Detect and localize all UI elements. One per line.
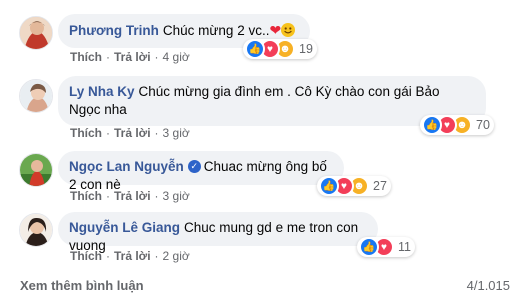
reply-action[interactable]: Trả lời [114, 50, 151, 64]
like-action[interactable]: Thích [70, 126, 102, 140]
comment-time[interactable]: 2 giờ [163, 249, 190, 263]
comment-author[interactable]: Ngọc Lan Nguyễn [69, 159, 184, 174]
like-icon: 👍 [245, 39, 265, 59]
like-icon: 👍 [319, 176, 339, 196]
like-action[interactable]: Thích [70, 249, 102, 263]
separator: · [106, 189, 110, 203]
separator: · [154, 126, 159, 140]
view-more-comments-link[interactable]: Xem thêm bình luận [20, 278, 144, 293]
smile-emoji-icon [281, 23, 296, 37]
reaction-count: 27 [373, 179, 387, 193]
comment-count: 4/1.015 [466, 278, 510, 293]
comment-actions: Thích · Trả lời · 2 giờ [70, 249, 190, 263]
reaction-count: 19 [299, 42, 313, 56]
comment-actions: Thích · Trả lời · 3 giờ [70, 189, 190, 203]
verified-badge-icon: ✓ [187, 159, 201, 173]
avatar-image [20, 154, 52, 186]
separator: · [154, 189, 159, 203]
reply-action[interactable]: Trả lời [114, 249, 151, 263]
reaction-count: 70 [476, 118, 490, 132]
avatar[interactable] [19, 79, 53, 113]
comment-actions: Thích · Trả lời · 4 giờ [70, 50, 190, 64]
avatar[interactable] [19, 16, 53, 50]
comment-actions: Thích · Trả lời · 3 giờ [70, 126, 190, 140]
heart-emoji-icon: ❤ [269, 22, 282, 38]
comment-text: Chúc mừng 2 vc.. [162, 23, 270, 38]
reaction-count: 11 [398, 240, 411, 254]
separator: · [154, 50, 159, 64]
avatar-image [20, 214, 52, 246]
avatar[interactable] [19, 153, 53, 187]
avatar[interactable] [19, 213, 53, 247]
comment-time[interactable]: 3 giờ [163, 189, 190, 203]
reply-action[interactable]: Trả lời [114, 189, 151, 203]
separator: · [106, 126, 110, 140]
like-action[interactable]: Thích [70, 50, 102, 64]
comment-time[interactable]: 4 giờ [163, 50, 190, 64]
avatar-image [20, 80, 52, 112]
reaction-summary[interactable]: 👍 ♥ ☻ 70 [420, 115, 494, 135]
comment-bubble: Nguyễn Lê Giang Chuc mung gd e me tron co… [58, 212, 378, 253]
like-icon: 👍 [422, 115, 442, 135]
like-icon: 👍 [359, 237, 379, 257]
reaction-summary[interactable]: 👍 ♥ ☻ 27 [317, 176, 391, 196]
comment-author[interactable]: Ly Nha Ky [69, 84, 135, 99]
comment-bubble: Ngọc Lan Nguyễn ✓ Chuac mừng ông bố 2 con … [58, 151, 344, 192]
reply-action[interactable]: Trả lời [114, 126, 151, 140]
comment-author[interactable]: Phương Trinh [69, 23, 159, 38]
separator: · [154, 249, 159, 263]
reaction-summary[interactable]: 👍 ♥ ☻ 19 [243, 39, 317, 59]
reaction-summary[interactable]: 👍 ♥ 11 [357, 237, 415, 257]
separator: · [106, 249, 110, 263]
separator: · [106, 50, 110, 64]
comment-author[interactable]: Nguyễn Lê Giang [69, 220, 180, 235]
avatar-image [20, 17, 52, 49]
comment-time[interactable]: 3 giờ [163, 126, 190, 140]
like-action[interactable]: Thích [70, 189, 102, 203]
